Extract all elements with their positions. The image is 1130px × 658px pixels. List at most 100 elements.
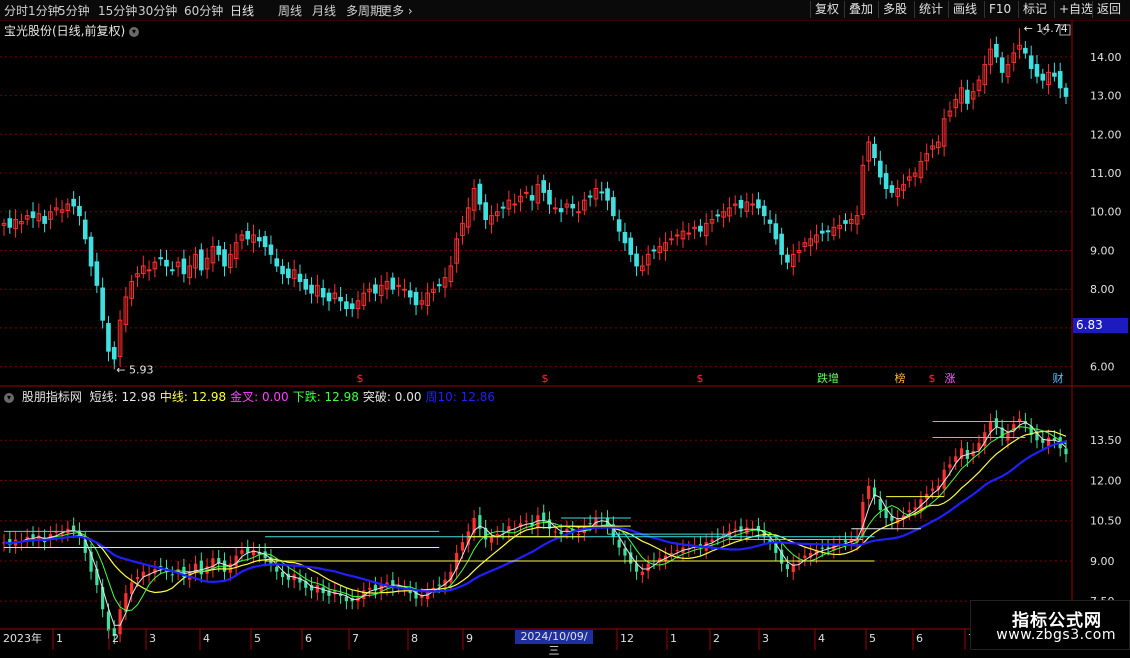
month-label-5: 6 (305, 632, 312, 645)
ind-candle-body (994, 418, 998, 427)
candle-body (715, 214, 721, 217)
candle-body (872, 143, 877, 159)
candle-body (587, 195, 593, 198)
ind-candle-body (675, 550, 679, 552)
event-marker-5: $ (929, 372, 936, 385)
ind-candle-body (669, 552, 673, 554)
candle-body (71, 198, 76, 207)
event-marker-6: 涨 (945, 372, 956, 385)
candle-body (268, 244, 274, 255)
candle-body (999, 57, 1005, 73)
candle-body (883, 173, 889, 190)
ind-candle-body (820, 547, 824, 549)
ind-y-tick-3: 9.00 (1090, 555, 1115, 568)
ind-candle-body (710, 539, 714, 542)
candle-body (1040, 73, 1046, 81)
stock-chart[interactable]: 14.0013.0012.0011.0010.009.008.007.006.0… (0, 0, 1130, 650)
candle-body (599, 191, 605, 194)
ind-candle-body (553, 531, 557, 533)
candle-body (785, 254, 790, 263)
candle-body (547, 189, 552, 205)
ind-candle-body (565, 528, 569, 531)
candle-body (164, 259, 169, 267)
main-y-tick-3: 11.00 (1090, 167, 1122, 180)
candle-body (889, 185, 895, 193)
candle-body (402, 288, 407, 291)
ind-candle-body (930, 488, 935, 491)
candle-body (222, 249, 227, 267)
candle-body (1023, 47, 1028, 54)
candle-body (767, 219, 773, 224)
candle-body (158, 257, 163, 260)
main-y-tick-2: 12.00 (1090, 128, 1122, 141)
diamond-icon: ◇ (1040, 24, 1049, 37)
ind-candle-body (617, 539, 621, 548)
ind-candle-body (867, 485, 871, 499)
month-label-0: 1 (56, 632, 63, 645)
ind-candle-body (861, 501, 865, 536)
candle-body (698, 225, 703, 232)
main-y-tick-5: 9.00 (1090, 244, 1115, 257)
ind-candle-body (785, 564, 790, 569)
candle-body (390, 277, 396, 290)
ind-candle-body (907, 509, 911, 513)
candle-body (558, 208, 564, 213)
low-label: ← 5.93 (116, 363, 153, 376)
ind-candle-body (344, 596, 348, 602)
candle-body (611, 197, 616, 217)
ind-y-tick-0: 13.50 (1090, 434, 1122, 447)
candle-body (512, 203, 517, 206)
candle-body (529, 195, 535, 201)
candle-body (262, 236, 268, 248)
ind-candle-body (1046, 437, 1051, 446)
candle-body (523, 191, 529, 194)
candle-body (674, 234, 680, 237)
series-xiadie (3, 426, 1067, 612)
ind-candle-body (280, 571, 285, 578)
watermark-url: www.zbgs3.com (996, 627, 1116, 643)
candle-body (181, 258, 187, 275)
candle-body (634, 253, 639, 267)
current-price-box: 6.83 (1073, 318, 1128, 333)
ind-candle-body (878, 499, 882, 510)
candle-body (669, 238, 674, 241)
candle-body (373, 284, 378, 294)
ind-candle-body (646, 563, 650, 572)
candle-body (651, 249, 657, 252)
candle-body (779, 233, 784, 255)
candle-body (825, 230, 831, 233)
event-marker-0: $ (357, 372, 364, 385)
candle-body (303, 278, 309, 290)
ind-candle-body (31, 534, 35, 539)
event-marker-7: 财 (1053, 371, 1064, 385)
month-label-11: 2 (713, 632, 720, 645)
candle-body (773, 223, 779, 240)
candle-body (349, 303, 355, 310)
candle-body (965, 89, 970, 104)
month-label-4: 5 (254, 632, 261, 645)
candle-body (483, 202, 488, 220)
candle-body (1028, 55, 1034, 69)
candle-body (199, 249, 204, 271)
candle-body (146, 269, 152, 272)
month-label-12: 3 (762, 632, 769, 645)
candle-body (106, 323, 111, 352)
ind-candle-body (489, 536, 494, 543)
candle-body (274, 258, 280, 267)
ind-candle-body (623, 548, 627, 556)
candle-body (297, 273, 303, 282)
candle-body (605, 188, 610, 201)
candle-body (42, 216, 47, 224)
candle-body (738, 199, 744, 209)
month-label-8: 9 (466, 632, 473, 645)
ind-candle-body (733, 528, 737, 530)
ind-candle-body (745, 527, 749, 534)
ind-candle-body (437, 584, 441, 586)
ind-candle-body (159, 565, 163, 567)
candle-body (30, 211, 36, 219)
ind-candle-body (1006, 432, 1010, 441)
ind-candle-body (135, 577, 140, 580)
candle-body (257, 237, 262, 242)
main-y-tick-1: 13.00 (1090, 90, 1122, 103)
candle-body (344, 301, 349, 310)
